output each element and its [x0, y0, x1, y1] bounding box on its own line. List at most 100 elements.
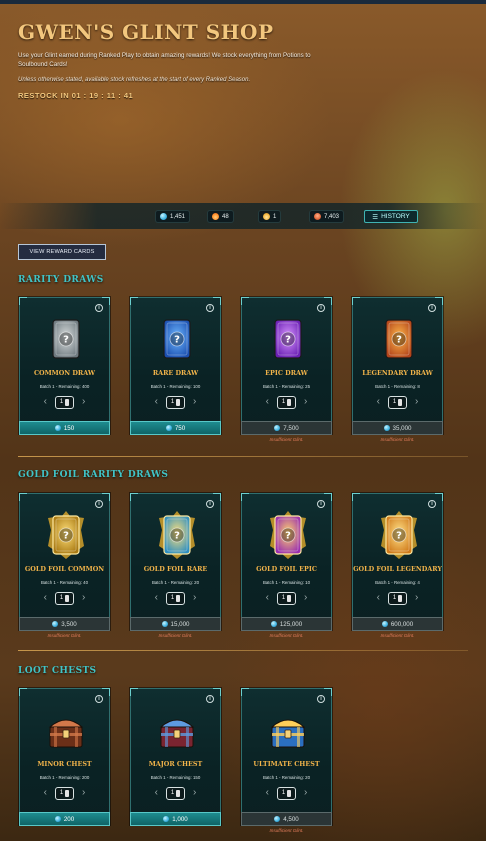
rare-card-icon: ? [157, 314, 197, 364]
chevron-left-icon[interactable]: ‹ [155, 397, 158, 407]
restock-note: Unless otherwise stated, available stock… [18, 77, 251, 83]
buy-button[interactable]: 750 [130, 421, 221, 435]
info-icon[interactable]: i [428, 500, 436, 508]
buy-button[interactable]: 3,500 [19, 617, 110, 631]
item-name: ULTIMATE CHEST [253, 760, 320, 768]
chevron-right-icon[interactable]: › [82, 593, 85, 603]
item-name: GOLD FOIL RARE [143, 565, 208, 573]
section-title: LOOT CHESTS [18, 666, 97, 676]
spinner-icon[interactable] [176, 594, 181, 602]
insufficient-glint-warning: Insufficient Glint. [269, 437, 304, 442]
spinner-icon[interactable] [398, 398, 403, 406]
quantity-value: 1 [59, 595, 64, 601]
quantity-value: 1 [392, 399, 397, 405]
buy-button[interactable]: 125,000 [241, 617, 332, 631]
price-value: 150 [63, 424, 75, 432]
batch-remaining: Batch 1 - Remaining: 20 [151, 580, 200, 585]
chevron-right-icon[interactable]: › [304, 788, 307, 798]
quantity-input[interactable]: 1 [166, 591, 185, 605]
buy-button[interactable]: 200 [19, 812, 110, 826]
card-corner [102, 493, 110, 501]
quantity-input[interactable]: 1 [277, 395, 296, 409]
chevron-left-icon[interactable]: ‹ [155, 593, 158, 603]
chevron-left-icon[interactable]: ‹ [266, 788, 269, 798]
spinner-icon[interactable] [65, 789, 70, 797]
buy-button[interactable]: 150 [19, 421, 110, 435]
spinner-icon[interactable] [287, 594, 292, 602]
spinner-icon[interactable] [176, 398, 181, 406]
quantity-value: 1 [170, 790, 175, 796]
quantity-input[interactable]: 1 [55, 395, 74, 409]
buy-button[interactable]: 35,000 [352, 421, 443, 435]
chevron-right-icon[interactable]: › [193, 788, 196, 798]
shop-description: Use your Glint earned during Ranked Play… [18, 52, 311, 68]
price-value: 600,000 [390, 620, 414, 628]
info-icon[interactable]: i [206, 500, 214, 508]
price-value: 4,500 [283, 815, 299, 823]
spinner-icon[interactable] [65, 594, 70, 602]
buy-button[interactable]: 15,000 [130, 617, 221, 631]
buy-button[interactable]: 4,500 [241, 812, 332, 826]
minor-chest-icon [46, 705, 86, 755]
flame-potion-icon [212, 213, 219, 220]
chevron-left-icon[interactable]: ‹ [377, 397, 380, 407]
info-icon[interactable]: i [317, 695, 325, 703]
price-value: 3,500 [61, 620, 77, 628]
info-icon[interactable]: i [206, 695, 214, 703]
chevron-right-icon[interactable]: › [415, 397, 418, 407]
info-icon[interactable]: i [206, 304, 214, 312]
chevron-left-icon[interactable]: ‹ [44, 593, 47, 603]
price-value: 35,000 [392, 424, 412, 432]
info-icon[interactable]: i [317, 304, 325, 312]
item-name: RARE DRAW [152, 369, 199, 377]
quantity-input[interactable]: 1 [166, 786, 185, 800]
insufficient-glint-warning: Insufficient Glint. [380, 633, 415, 638]
batch-remaining: Batch 1 - Remaining: 400 [39, 384, 90, 389]
chevron-right-icon[interactable]: › [193, 397, 196, 407]
quantity-input[interactable]: 1 [388, 591, 407, 605]
chevron-left-icon[interactable]: ‹ [155, 788, 158, 798]
chevron-left-icon[interactable]: ‹ [44, 397, 47, 407]
chevron-right-icon[interactable]: › [82, 397, 85, 407]
chevron-right-icon[interactable]: › [415, 593, 418, 603]
quantity-value: 1 [281, 595, 286, 601]
chevron-right-icon[interactable]: › [304, 593, 307, 603]
info-icon[interactable]: i [95, 500, 103, 508]
section-divider [18, 456, 468, 457]
spinner-icon[interactable] [287, 398, 292, 406]
quantity-input[interactable]: 1 [166, 395, 185, 409]
chevron-left-icon[interactable]: ‹ [266, 397, 269, 407]
batch-remaining: Batch 1 - Remaining: 20 [262, 775, 311, 780]
quantity-input[interactable]: 1 [55, 591, 74, 605]
quantity-input[interactable]: 1 [55, 786, 74, 800]
chevron-left-icon[interactable]: ‹ [266, 593, 269, 603]
spinner-icon[interactable] [65, 398, 70, 406]
spinner-icon[interactable] [176, 789, 181, 797]
spinner-icon[interactable] [398, 594, 403, 602]
shop-card: i MAJOR CHEST Batch 1 - Remaining: 150 ‹ 1 › [130, 688, 221, 825]
quantity-input[interactable]: 1 [277, 786, 296, 800]
chevron-left-icon[interactable]: ‹ [377, 593, 380, 603]
svg-text:?: ? [63, 531, 69, 542]
gold-foil-common-icon: ? [46, 510, 86, 560]
info-icon[interactable]: i [95, 695, 103, 703]
view-reward-cards-button[interactable]: VIEW REWARD CARDS [18, 244, 106, 260]
info-icon[interactable]: i [95, 304, 103, 312]
info-icon[interactable]: i [428, 304, 436, 312]
chevron-right-icon[interactable]: › [82, 788, 85, 798]
buy-button[interactable]: 7,500 [241, 421, 332, 435]
history-button[interactable]: ☰ HISTORY [364, 210, 418, 223]
buy-button[interactable]: 1,000 [130, 812, 221, 826]
chevron-right-icon[interactable]: › [304, 397, 307, 407]
quantity-value: 1 [170, 399, 175, 405]
quantity-input[interactable]: 1 [388, 395, 407, 409]
quantity-input[interactable]: 1 [277, 591, 296, 605]
chevron-right-icon[interactable]: › [193, 593, 196, 603]
buy-button[interactable]: 600,000 [352, 617, 443, 631]
chevron-left-icon[interactable]: ‹ [44, 788, 47, 798]
spinner-icon[interactable] [287, 789, 292, 797]
currency-legendary: 1 [258, 210, 282, 223]
card-corner [352, 493, 360, 501]
card-corner [324, 688, 332, 696]
info-icon[interactable]: i [317, 500, 325, 508]
